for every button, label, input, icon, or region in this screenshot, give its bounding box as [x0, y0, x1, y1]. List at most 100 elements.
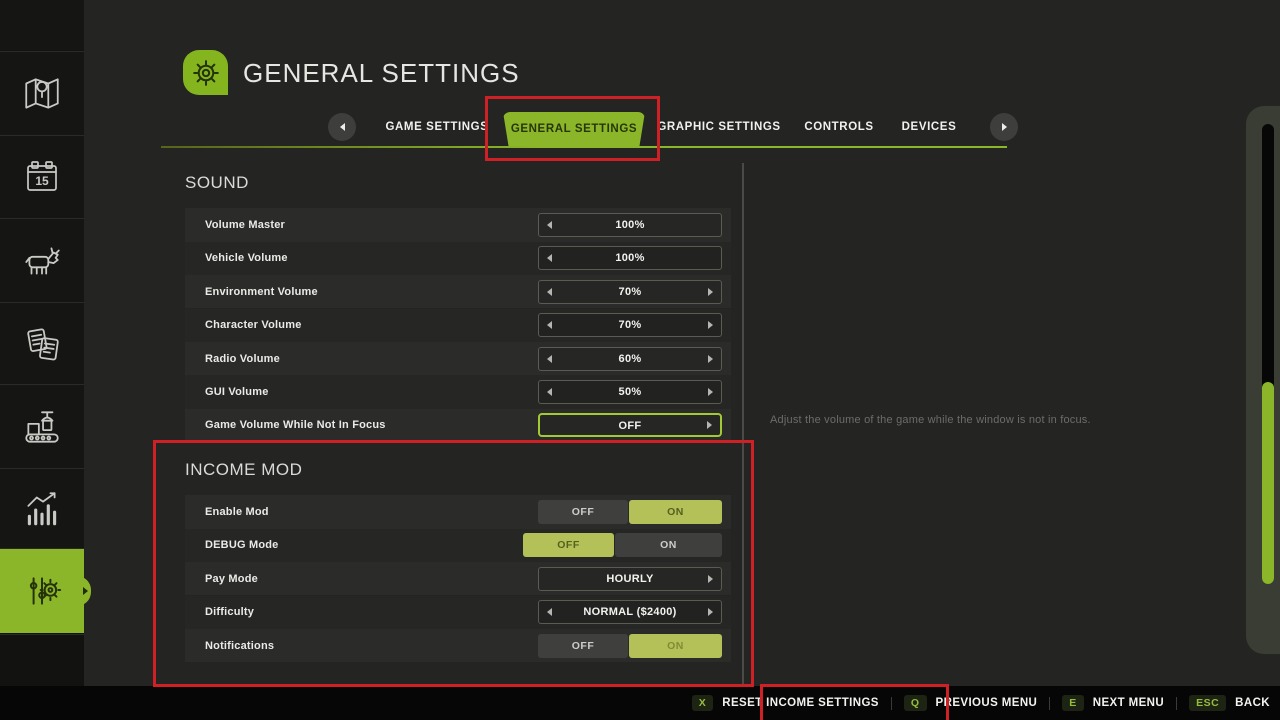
chevron-right-icon: [1002, 123, 1007, 131]
tab-general-settings[interactable]: GENERAL SETTINGS: [503, 112, 645, 147]
section-title-sound: SOUND: [185, 173, 249, 193]
gear-icon: [186, 53, 226, 93]
bottom-action-bar: X RESET INCOME SETTINGS Q PREVIOUS MENU …: [0, 686, 1280, 720]
setting-value: 70%: [539, 281, 721, 303]
setting-row: Character Volume 70%: [185, 309, 731, 342]
back-button[interactable]: ESC BACK: [1189, 695, 1270, 711]
sidebar: 15: [0, 0, 84, 686]
sidebar-item-settings[interactable]: [0, 548, 84, 633]
page-title: GENERAL SETTINGS: [243, 58, 520, 88]
sidebar-item-statistics[interactable]: [0, 468, 84, 548]
toggle-on-button[interactable]: ON: [629, 500, 722, 524]
environment-volume-stepper[interactable]: 70%: [538, 280, 722, 304]
chevron-left-icon: [340, 123, 345, 131]
general-settings-screen: 15: [0, 0, 1280, 720]
action-label[interactable]: PREVIOUS MENU: [936, 697, 1038, 709]
setting-value: HOURLY: [539, 568, 721, 590]
key-x-badge[interactable]: X: [692, 695, 714, 711]
toggle-off-button[interactable]: OFF: [523, 533, 614, 557]
action-label[interactable]: BACK: [1235, 697, 1270, 709]
setting-value: NORMAL ($2400): [539, 601, 721, 623]
notifications-toggle: OFF ON: [538, 634, 722, 658]
setting-hint-text: Adjust the volume of the game while the …: [770, 414, 1091, 426]
divider: [891, 697, 892, 710]
difficulty-stepper[interactable]: NORMAL ($2400): [538, 600, 722, 624]
tabs-next-button[interactable]: [990, 113, 1018, 141]
setting-label: Radio Volume: [205, 342, 280, 375]
increase-arrow-icon[interactable]: [708, 288, 713, 296]
toggle-off-button[interactable]: OFF: [538, 500, 628, 524]
setting-label: Vehicle Volume: [205, 242, 288, 275]
vehicle-volume-stepper[interactable]: 100%: [538, 246, 722, 270]
map-icon: [21, 73, 63, 115]
increase-arrow-icon[interactable]: [708, 355, 713, 363]
volume-master-stepper[interactable]: 100%: [538, 213, 722, 237]
increase-arrow-icon[interactable]: [708, 575, 713, 583]
setting-row: GUI Volume 50%: [185, 375, 731, 408]
sidebar-item-calendar[interactable]: 15: [0, 135, 84, 218]
setting-label: Volume Master: [205, 208, 285, 241]
tab-game-settings[interactable]: GAME SETTINGS: [367, 119, 507, 135]
setting-row: Enable Mod OFF ON: [185, 495, 731, 528]
setting-row: Radio Volume 60%: [185, 342, 731, 375]
increase-arrow-icon[interactable]: [707, 421, 712, 429]
setting-value: 60%: [539, 348, 721, 370]
key-q-badge[interactable]: Q: [904, 695, 927, 711]
setting-value: 50%: [539, 381, 721, 403]
tabbar-underline: [161, 146, 1007, 148]
setting-row: Volume Master 100%: [185, 208, 731, 241]
gui-volume-stepper[interactable]: 50%: [538, 380, 722, 404]
divider: [1049, 697, 1050, 710]
setting-value: 70%: [539, 314, 721, 336]
tab-devices[interactable]: DEVICES: [869, 119, 989, 135]
previous-menu-button[interactable]: Q PREVIOUS MENU: [904, 695, 1037, 711]
toggle-off-button[interactable]: OFF: [538, 634, 628, 658]
setting-row: Notifications OFF ON: [185, 629, 731, 662]
key-esc-badge[interactable]: ESC: [1189, 695, 1226, 711]
radio-volume-stepper[interactable]: 60%: [538, 347, 722, 371]
character-volume-stepper[interactable]: 70%: [538, 313, 722, 337]
setting-row: Vehicle Volume 100%: [185, 242, 731, 275]
setting-row: Game Volume While Not In Focus OFF: [185, 409, 731, 442]
increase-arrow-icon[interactable]: [708, 388, 713, 396]
sidebar-item-map[interactable]: [0, 51, 84, 135]
sidebar-spacer: [0, 0, 84, 50]
settings-app-icon: [183, 50, 228, 95]
key-e-badge[interactable]: E: [1062, 695, 1084, 711]
setting-label: GUI Volume: [205, 375, 269, 408]
reset-income-settings-button[interactable]: X RESET INCOME SETTINGS: [692, 695, 879, 711]
sidebar-item-production[interactable]: [0, 384, 84, 468]
increase-arrow-icon[interactable]: [708, 608, 713, 616]
sidebar-item-animals[interactable]: [0, 218, 84, 302]
sidebar-spacer: [0, 634, 84, 686]
panel-divider: [742, 163, 744, 686]
pay-mode-stepper[interactable]: HOURLY: [538, 567, 722, 591]
setting-label: Pay Mode: [205, 562, 258, 595]
documents-icon: [21, 323, 63, 365]
calendar-day-label: 15: [35, 174, 49, 188]
cow-icon: [21, 240, 63, 282]
toggle-on-button[interactable]: ON: [629, 634, 722, 658]
toggle-on-button[interactable]: ON: [615, 533, 722, 557]
setting-row: Difficulty NORMAL ($2400): [185, 596, 731, 629]
bar-chart-icon: [21, 488, 63, 530]
scrollbar-thumb[interactable]: [1262, 382, 1274, 584]
divider: [1176, 697, 1177, 710]
setting-value: OFF: [540, 415, 720, 435]
game-volume-not-in-focus-stepper[interactable]: OFF: [538, 413, 722, 437]
enable-mod-toggle: OFF ON: [538, 500, 722, 524]
active-item-arrow-icon: [83, 587, 88, 595]
tab-graphic-settings[interactable]: GRAPHIC SETTINGS: [649, 119, 789, 135]
setting-label: Notifications: [205, 629, 274, 662]
increase-arrow-icon[interactable]: [708, 321, 713, 329]
setting-row: Environment Volume 70%: [185, 275, 731, 308]
sidebar-item-contracts[interactable]: [0, 302, 84, 384]
action-label[interactable]: NEXT MENU: [1093, 697, 1164, 709]
section-title-income-mod: INCOME MOD: [185, 460, 302, 480]
next-menu-button[interactable]: E NEXT MENU: [1062, 695, 1164, 711]
sliders-gear-icon: [21, 570, 63, 612]
action-label[interactable]: RESET INCOME SETTINGS: [722, 697, 879, 709]
setting-row: Pay Mode HOURLY: [185, 562, 731, 595]
setting-label: DEBUG Mode: [205, 529, 279, 562]
tabs-prev-button[interactable]: [328, 113, 356, 141]
